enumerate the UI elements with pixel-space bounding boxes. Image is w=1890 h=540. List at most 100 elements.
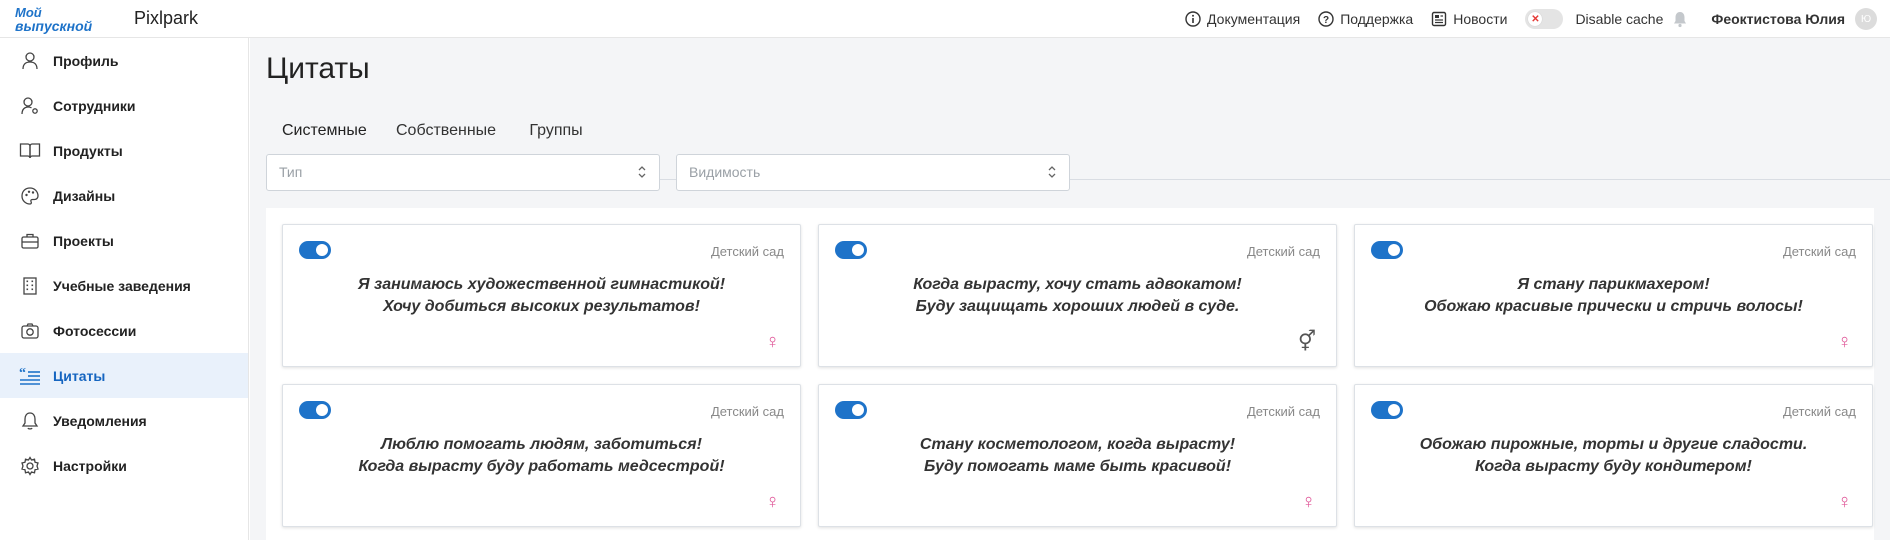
quote-category: Детский сад [710,244,784,259]
visibility-toggle[interactable] [299,401,331,419]
quote-category: Детский сад [1782,404,1856,419]
app-name: Pixlpark [134,8,199,28]
quote-line: Буду защищать хороших людей в суде. [915,298,1240,315]
visibility-toggle[interactable] [1371,241,1403,259]
quote-line: Когда вырасту, хочу стать адвокатом! [913,276,1242,293]
quote-line: Обожаю красивые прически и стричь волосы… [1424,298,1803,315]
news-link-label: Новости [1453,11,1508,27]
sidebar-item-label: Дизайны [53,187,116,204]
quote-card[interactable]: Детский сад Когда вырасту, хочу стать ад… [818,224,1337,367]
chevron-updown-icon [1048,166,1056,178]
support-link-label: Поддержка [1340,11,1414,27]
type-select[interactable]: Тип [266,154,660,191]
camera-icon [19,320,41,342]
visibility-select[interactable]: Видимость [676,154,1070,191]
quote-line: Когда вырасту буду кондитером! [1475,458,1752,475]
sidebar: Профиль Сотрудники Продукты Дизайны Прое… [0,38,249,540]
top-header: Мой выпускной Pixlpark Документация ? По… [0,0,1890,38]
info-icon [1185,11,1201,27]
quote-line: Обожаю пирожные, торты и другие сладости… [1419,436,1808,453]
sidebar-item-label: Сотрудники [53,97,136,114]
female-icon: ♀ [1837,491,1852,513]
sidebar-item-quotes[interactable]: “ Цитаты [0,353,248,398]
quote-text: Обожаю пирожные, торты и другие сладости… [1375,434,1852,478]
close-icon: ✕ [1528,12,1543,26]
sidebar-item-designs[interactable]: Дизайны [0,173,248,218]
quote-category: Детский сад [1246,244,1320,259]
visibility-toggle[interactable] [835,241,867,259]
avatar[interactable]: Ю [1855,8,1877,30]
sidebar-item-schools[interactable]: Учебные заведения [0,263,248,308]
quote-line: Я стану парикмахером! [1517,276,1710,293]
quote-line: Хочу добиться высоких результатов! [383,298,700,315]
quote-category: Детский сад [1782,244,1856,259]
female-icon: ♀ [765,491,780,513]
quote-line: Стану косметологом, когда вырасту! [919,436,1236,453]
female-icon: ♀ [1301,491,1316,513]
bell-icon[interactable] [1671,10,1689,28]
logo-line2: выпускной [15,18,93,34]
sidebar-item-profile[interactable]: Профиль [0,38,248,83]
visibility-toggle[interactable] [299,241,331,259]
chevron-updown-icon [638,166,646,178]
quote-line: Буду помогать маме быть красивой! [923,458,1232,475]
docs-link[interactable]: Документация [1185,11,1300,27]
sidebar-item-projects[interactable]: Проекты [0,218,248,263]
visibility-toggle[interactable] [835,401,867,419]
unisex-icon: ⚥ [1297,331,1316,353]
female-icon: ♀ [765,331,780,353]
quote-text: Стану косметологом, когда вырасту! Буду … [839,434,1316,478]
sidebar-item-employees[interactable]: Сотрудники [0,83,248,128]
user-name[interactable]: Феоктистова Юлия [1711,11,1845,27]
building-icon [19,275,41,297]
sidebar-item-products[interactable]: Продукты [0,128,248,173]
user-icon [19,50,41,72]
sidebar-item-label: Проекты [53,232,114,249]
quote-card[interactable]: Детский сад Я занимаюсь художественной г… [282,224,801,367]
disable-cache-toggle[interactable]: ✕ [1525,9,1564,29]
user-settings-icon [19,95,41,117]
sidebar-item-label: Продукты [53,142,123,159]
svg-text:“: “ [19,366,26,381]
sidebar-item-label: Профиль [53,52,119,69]
sidebar-item-settings[interactable]: Настройки [0,443,248,488]
briefcase-icon [19,230,41,252]
sidebar-item-label: Уведомления [53,412,147,429]
quote-card[interactable]: Детский сад Обожаю пирожные, торты и дру… [1354,384,1873,527]
sidebar-item-photosessions[interactable]: Фотосессии [0,308,248,353]
quote-text: Я занимаюсь художественной гимнастикой! … [303,274,780,318]
quote-line: Я занимаюсь художественной гимнастикой! [357,276,726,293]
book-icon [19,140,41,162]
news-icon [1432,11,1447,27]
quote-card[interactable]: Детский сад Я стану парикмахером! Обожаю… [1354,224,1873,367]
main-content: Цитаты Системные Собственные Группы Тип … [250,38,1890,540]
sidebar-item-label: Фотосессии [53,322,137,339]
quote-card[interactable]: Детский сад Стану косметологом, когда вы… [818,384,1337,527]
type-select-placeholder: Тип [279,164,303,180]
sidebar-item-label: Настройки [53,457,127,474]
quotes-grid: Детский сад Я занимаюсь художественной г… [266,208,1874,540]
page-title: Цитаты [266,52,370,85]
palette-icon [19,185,41,207]
gear-icon [19,455,41,477]
news-link[interactable]: Новости [1431,11,1507,27]
bell-icon [19,410,41,432]
quote-icon: “ [19,365,41,387]
svg-text:?: ? [1323,15,1329,26]
quote-text: Я стану парикмахером! Обожаю красивые пр… [1375,274,1852,318]
quote-line: Когда вырасту буду работать медсестрой! [358,458,725,475]
quote-category: Детский сад [1246,404,1320,419]
help-icon: ? [1318,11,1334,27]
quote-category: Детский сад [710,404,784,419]
quote-text: Когда вырасту, хочу стать адвокатом! Буд… [839,274,1316,318]
docs-link-label: Документация [1207,11,1301,27]
disable-cache-label: Disable cache [1575,11,1664,27]
female-icon: ♀ [1837,331,1852,353]
sidebar-item-label: Цитаты [53,367,106,384]
sidebar-item-notifications[interactable]: Уведомления [0,398,248,443]
visibility-toggle[interactable] [1371,401,1403,419]
support-link[interactable]: ? Поддержка [1318,11,1413,27]
logo[interactable]: Мой выпускной [14,4,118,34]
quote-card[interactable]: Детский сад Люблю помогать людям, заботи… [282,384,801,527]
sidebar-item-label: Учебные заведения [53,277,191,294]
